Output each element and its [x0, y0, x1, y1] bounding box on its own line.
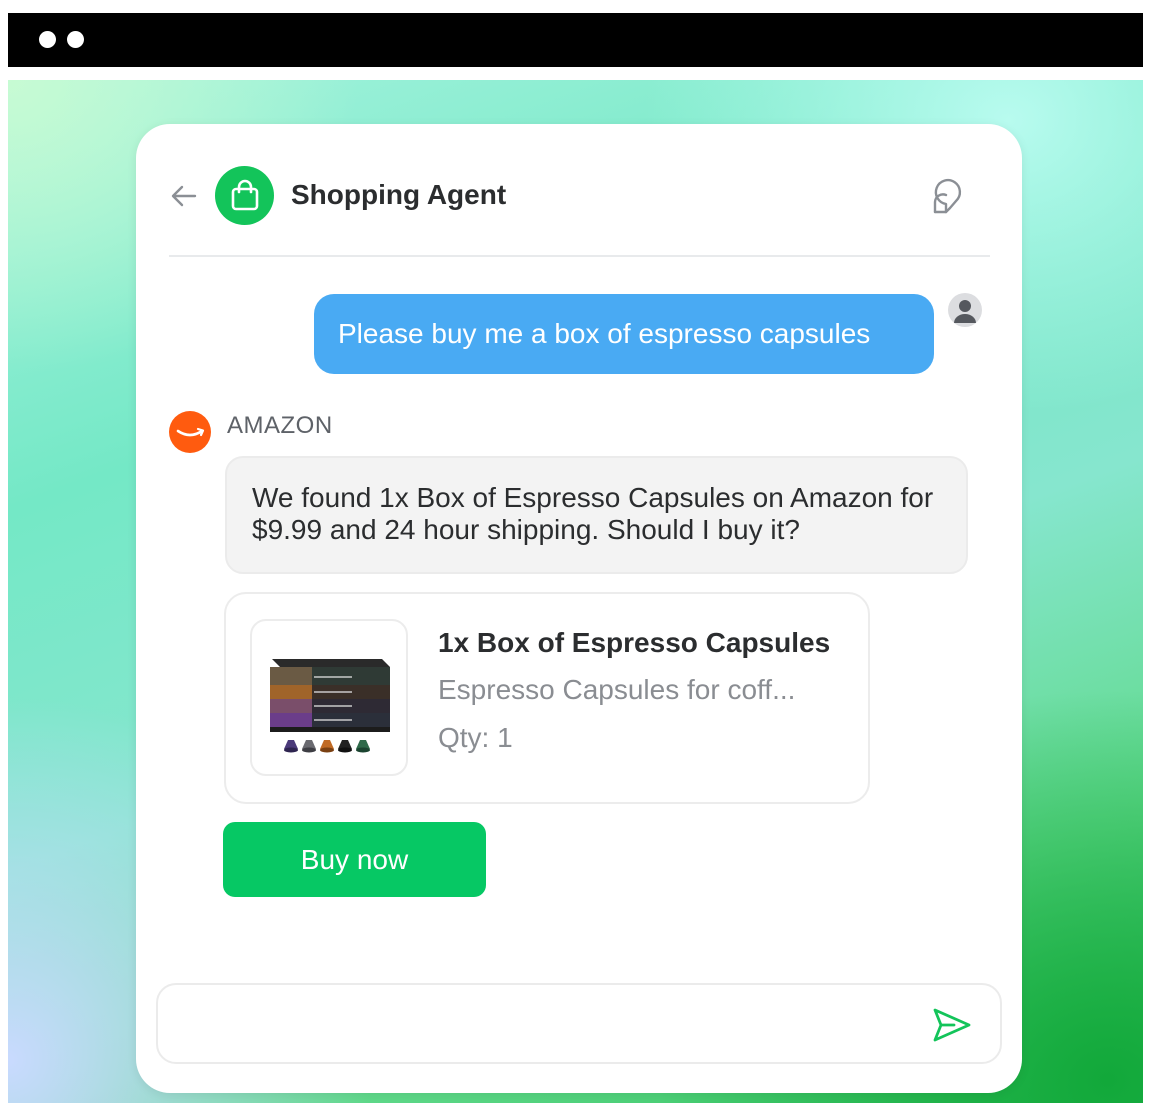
window-titlebar	[8, 13, 1143, 67]
buy-now-button[interactable]: Buy now	[223, 822, 486, 897]
amazon-smile-icon	[169, 411, 211, 453]
shopping-bag-icon	[231, 179, 259, 211]
sender-label: AMAZON	[227, 412, 333, 439]
product-card[interactable]: 1x Box of Espresso Capsules Espresso Cap…	[224, 592, 870, 804]
user-icon	[948, 293, 982, 327]
chat-header: Shopping Agent	[136, 124, 1022, 256]
espresso-capsules-image	[250, 619, 408, 776]
chat-panel: Shopping Agent Please buy me a box of es…	[136, 124, 1022, 1093]
window-control-dot[interactable]	[39, 31, 56, 48]
header-divider	[169, 255, 990, 257]
message-composer	[156, 983, 1002, 1064]
agent-message-text: We found 1x Box of Espresso Capsules on …	[252, 482, 934, 545]
user-message-bubble: Please buy me a box of espresso capsules	[314, 294, 934, 374]
message-input[interactable]	[180, 1003, 924, 1045]
page-title: Shopping Agent	[291, 179, 507, 210]
product-quantity: Qty: 1	[438, 722, 513, 753]
window-control-dot[interactable]	[67, 31, 84, 48]
user-message-text: Please buy me a box of espresso capsules	[338, 318, 871, 349]
product-name: 1x Box of Espresso Capsules	[438, 627, 831, 658]
arrow-left-icon[interactable]	[170, 182, 198, 210]
agent-avatar	[215, 166, 274, 225]
product-description: Espresso Capsules for coff...	[438, 674, 796, 705]
send-icon[interactable]	[932, 1007, 972, 1043]
agent-message-bubble: We found 1x Box of Espresso Capsules on …	[225, 456, 968, 574]
chat-bubble-icon[interactable]	[932, 176, 972, 216]
